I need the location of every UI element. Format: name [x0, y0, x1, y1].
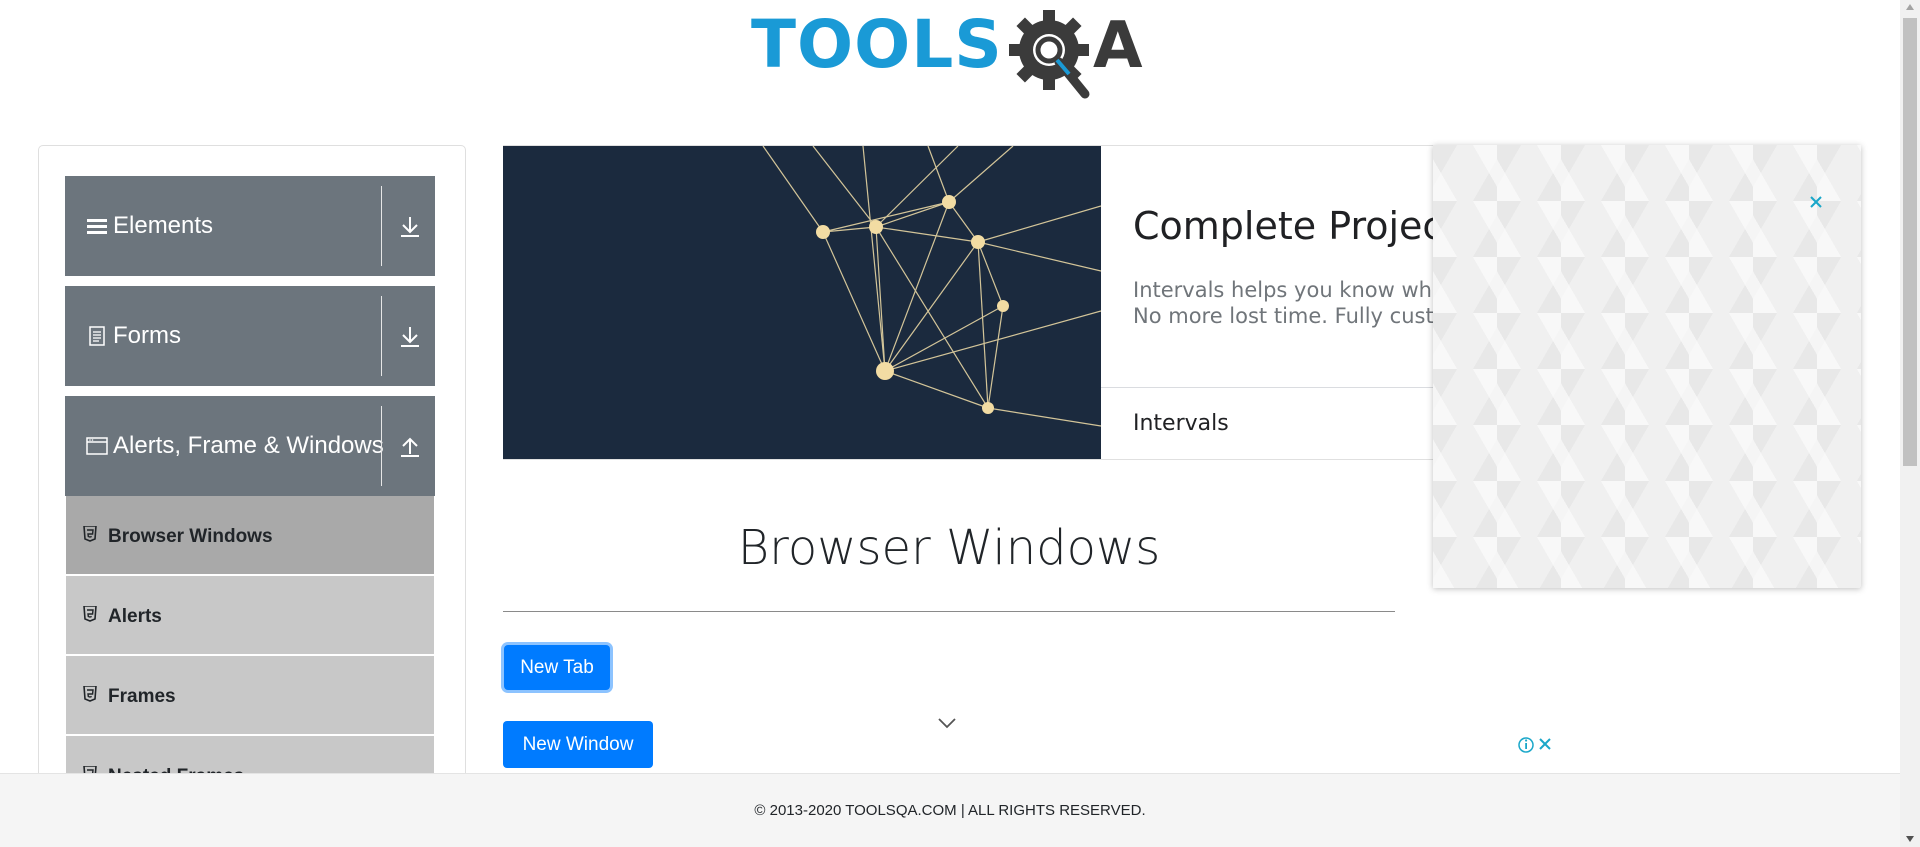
- network-graphic: [762, 146, 1102, 427]
- menu-item-label: Alerts: [108, 606, 162, 627]
- group-forms[interactable]: Forms: [65, 286, 435, 386]
- group-forms-label: Forms: [113, 322, 181, 349]
- html5-icon: [83, 606, 97, 622]
- banner-description-line1: Intervals helps you know wher: [1133, 278, 1454, 302]
- download-arrow-icon[interactable]: [399, 214, 421, 238]
- document-icon: [89, 326, 105, 346]
- banner-network-image: [503, 146, 1102, 459]
- new-window-button[interactable]: New Window: [503, 721, 653, 768]
- close-icon[interactable]: [1809, 195, 1823, 209]
- download-arrow-icon[interactable]: [399, 324, 421, 348]
- banner-brand[interactable]: Intervals: [1133, 411, 1229, 436]
- menu-item-label: Frames: [108, 686, 176, 707]
- group-alerts-frame-windows[interactable]: Alerts, Frame & Windows: [65, 396, 435, 496]
- html5-icon: [83, 526, 97, 542]
- overlay-ad[interactable]: [1433, 145, 1861, 588]
- submenu-list: Browser Windows Alerts Frames Nested Fra…: [66, 496, 434, 796]
- group-divider: [381, 406, 382, 486]
- group-divider: [381, 296, 382, 376]
- chevron-down-icon[interactable]: [937, 716, 957, 730]
- group-divider: [381, 186, 382, 266]
- page-title: Browser Windows: [737, 520, 1161, 576]
- menu-icon: [87, 219, 107, 234]
- scroll-down-arrow-icon[interactable]: [1906, 836, 1914, 842]
- group-elements-label: Elements: [113, 212, 214, 239]
- menu-item-label: Browser Windows: [108, 526, 273, 547]
- scrollbar-thumb[interactable]: [1903, 18, 1917, 466]
- gear-magnifier-icon: [1009, 10, 1090, 99]
- menu-item-browser-windows[interactable]: Browser Windows: [66, 496, 434, 574]
- vertical-scrollbar[interactable]: [1900, 0, 1920, 847]
- html5-icon: [83, 686, 97, 702]
- sidebar: Elements Forms Alerts, Frame & Windows B…: [38, 145, 466, 797]
- window-icon: [86, 437, 108, 455]
- ad-choices-icon[interactable]: [1517, 735, 1557, 755]
- scroll-up-arrow-icon[interactable]: [1906, 4, 1914, 10]
- logo-text-tools: TOOLS: [751, 6, 1003, 83]
- group-elements[interactable]: Elements: [65, 176, 435, 276]
- menu-item-alerts[interactable]: Alerts: [66, 576, 434, 654]
- upload-arrow-icon[interactable]: [399, 434, 421, 458]
- new-tab-button[interactable]: New Tab: [504, 645, 610, 690]
- menu-item-frames[interactable]: Frames: [66, 656, 434, 734]
- banner-ad[interactable]: Complete Project Intervals helps you kno…: [503, 145, 1592, 460]
- footer: © 2013-2020 TOOLSQA.COM | ALL RIGHTS RES…: [0, 773, 1900, 847]
- logo-text-a: A: [1093, 9, 1143, 83]
- group-alerts-label: Alerts, Frame & Windows: [113, 432, 384, 459]
- banner-description-line2: No more lost time. Fully custo: [1133, 304, 1447, 328]
- footer-copyright: © 2013-2020 TOOLSQA.COM | ALL RIGHTS RES…: [754, 802, 1146, 819]
- title-divider: [503, 611, 1395, 612]
- banner-title[interactable]: Complete Project: [1133, 204, 1458, 248]
- toolsqa-logo[interactable]: TOOLS A: [749, 10, 1154, 102]
